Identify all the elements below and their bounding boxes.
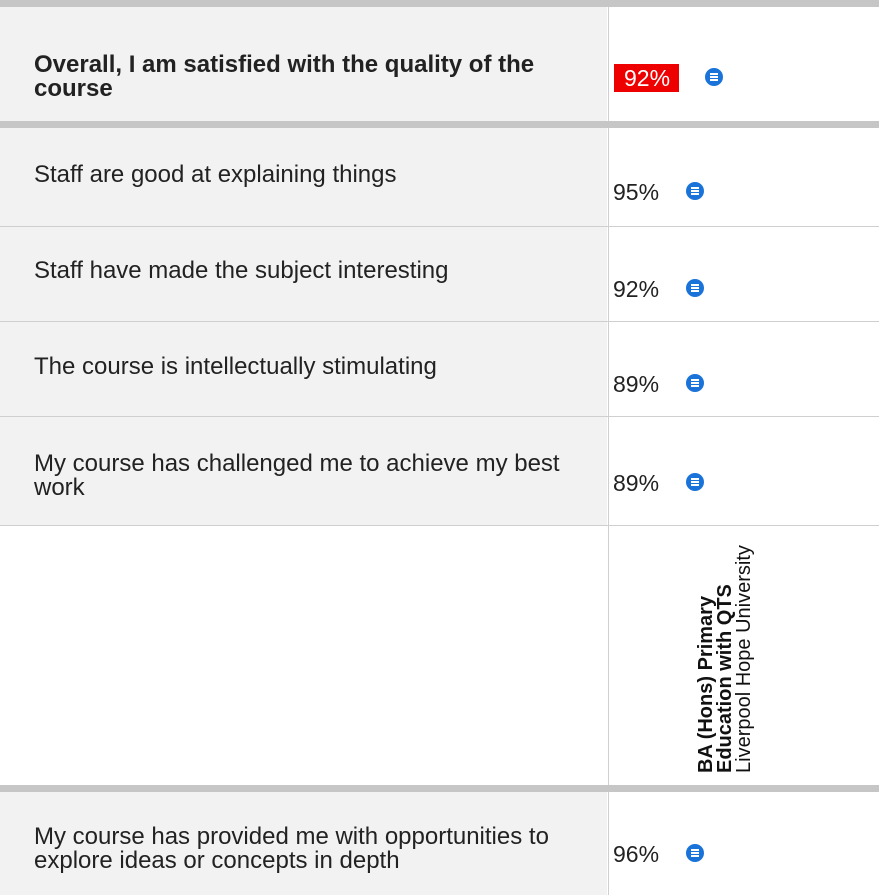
score-overall-badge: 92%	[614, 64, 680, 92]
question-score: 96%	[613, 841, 660, 867]
info-list-icon[interactable]	[705, 68, 723, 86]
question-score: 95%	[613, 179, 660, 205]
question-text: Staff are good at explaining things	[34, 161, 397, 188]
question-cell: My course has provided me with opportuni…	[0, 792, 607, 895]
question-text: My course has provided me with opportuni…	[34, 823, 549, 874]
info-list-icon[interactable]	[686, 374, 704, 392]
question-cell: Staff have made the subject interesting	[0, 227, 607, 321]
question-text: Staff have made the subject interesting	[34, 257, 449, 284]
question-text: My course has challenged me to achieve m…	[34, 450, 560, 501]
info-list-icon[interactable]	[686, 844, 704, 862]
info-list-icon[interactable]	[686, 182, 704, 200]
question-cell-overall: Overall, I am satisfied with the quality…	[0, 7, 607, 121]
question-cell: Staff are good at explaining things	[0, 128, 607, 226]
section-separator	[0, 121, 879, 128]
provider-name: Liverpool Hope University	[733, 545, 755, 773]
question-score: 89%	[613, 371, 660, 397]
section-separator	[0, 0, 879, 7]
section-separator	[0, 785, 879, 792]
question-score: 92%	[613, 276, 660, 302]
question-text: The course is intellectually stimulating	[34, 353, 437, 380]
info-list-icon[interactable]	[686, 279, 704, 297]
info-list-icon[interactable]	[686, 473, 704, 491]
question-cell: The course is intellectually stimulating	[0, 322, 607, 416]
question-cell: My course has challenged me to achieve m…	[0, 417, 607, 525]
question-score: 89%	[613, 470, 660, 496]
row-divider	[0, 525, 879, 526]
course-name: BA (Hons) Primary Education with QTS	[695, 584, 736, 773]
column-divider	[608, 0, 609, 895]
course-column-header: BA (Hons) Primary Education with QTS Liv…	[695, 543, 817, 773]
question-overall-text: Overall, I am satisfied with the quality…	[34, 51, 535, 102]
